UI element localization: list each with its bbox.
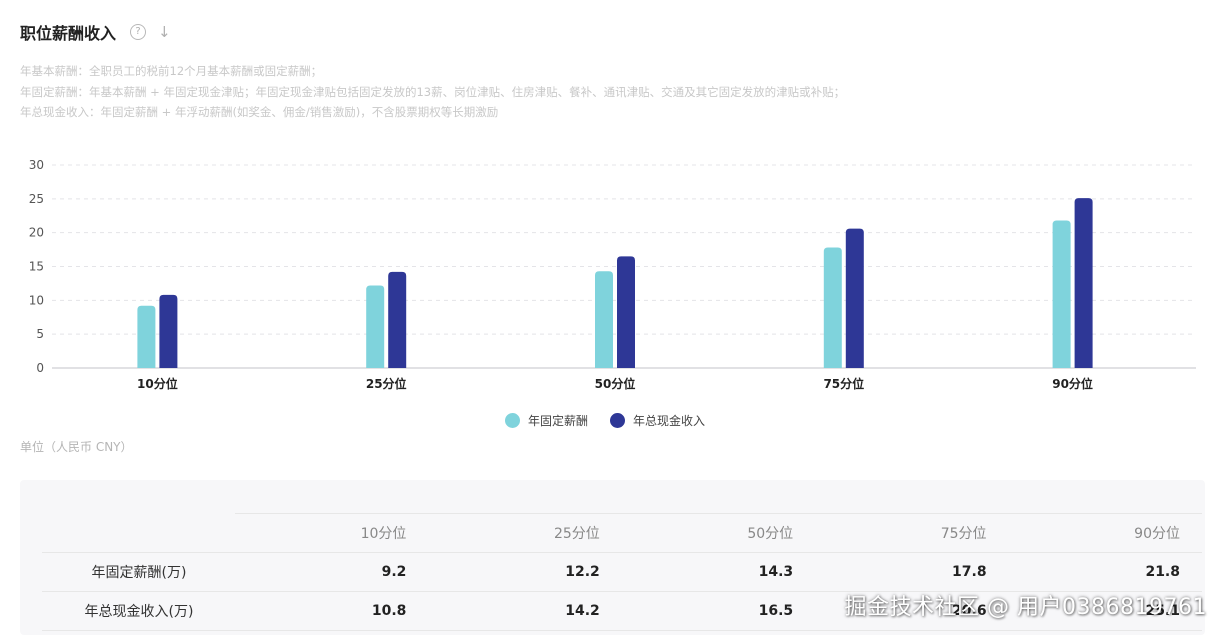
- x-tick-label: 50分位: [595, 376, 636, 391]
- chart-legend: 年固定薪酬 年总现金收入: [505, 412, 705, 429]
- bar-fixed-salary[interactable]: [366, 285, 385, 368]
- legend-dot-total: [610, 413, 626, 428]
- description-base-salary: 年基本薪酬：全职员工的税前12个月基本薪酬或固定薪酬；: [20, 64, 323, 78]
- table-cell: 14.3: [621, 552, 816, 592]
- bar-fixed-salary[interactable]: [823, 247, 842, 368]
- page-title: 职位薪酬收入: [20, 24, 117, 43]
- y-tick-label: 25: [29, 192, 44, 206]
- download-icon[interactable]: ↓: [158, 23, 171, 41]
- y-tick-label: 10: [29, 293, 44, 307]
- table-cell: 14.2: [428, 591, 622, 631]
- chart-bars: [137, 198, 1093, 368]
- bar-fixed-salary[interactable]: [595, 271, 613, 368]
- bar-total-cash[interactable]: [388, 271, 407, 368]
- legend-item-fixed[interactable]: 年固定薪酬: [505, 412, 588, 429]
- bar-fixed-salary[interactable]: [137, 305, 156, 368]
- y-tick-label: 0: [36, 361, 44, 375]
- table-row: 年固定薪酬(万) 9.2 12.2 14.3 17.8 21.8: [42, 552, 1202, 592]
- x-tick-label: 10分位: [137, 376, 178, 391]
- y-axis-ticks: 0 5 10 15 20 25 30: [29, 158, 44, 375]
- watermark-text: 掘金技术社区 @ 用户0386819761: [844, 595, 1207, 620]
- legend-label-total: 年总现金收入: [633, 414, 706, 428]
- x-axis-labels: 10分位 25分位 50分位 75分位 90分位: [137, 376, 1093, 391]
- table-corner: [42, 514, 235, 553]
- description-fixed-salary: 年固定薪酬：年基本薪酬 + 年固定现金津贴；年固定现金津贴包括固定发放的13薪、…: [20, 85, 846, 99]
- table-cell: 21.8: [1008, 552, 1202, 592]
- y-tick-label: 15: [29, 260, 44, 274]
- legend-label-fixed: 年固定薪酬: [528, 414, 589, 428]
- help-icon[interactable]: ?: [130, 24, 147, 40]
- y-tick-label: 30: [29, 158, 44, 172]
- table-col-header: 25分位: [428, 513, 622, 553]
- legend-item-total[interactable]: 年总现金收入: [610, 412, 705, 429]
- bar-total-cash[interactable]: [1074, 198, 1093, 368]
- table-cell: 17.8: [815, 552, 1009, 592]
- table-header-row: 10分位 25分位 50分位 75分位 90分位: [42, 513, 1202, 553]
- table-col-header: 50分位: [621, 513, 816, 553]
- x-tick-label: 90分位: [1052, 376, 1093, 391]
- x-tick-label: 25分位: [366, 376, 407, 391]
- table-row-label: 年总现金收入(万): [42, 591, 235, 631]
- y-tick-label: 20: [29, 226, 44, 240]
- legend-dot-fixed: [505, 413, 520, 428]
- bar-fixed-salary[interactable]: [1052, 220, 1071, 368]
- description-total-cash: 年总现金收入：年固定薪酬 + 年浮动薪酬(如奖金、佣金/销售激励)，不含股票期权…: [20, 105, 499, 119]
- bar-total-cash[interactable]: [159, 294, 178, 368]
- bar-chart: 0 5 10 15 20 25 30 10分位 25分位 50分位 75分位 90分位: [29, 158, 1196, 391]
- unit-note: 单位（人民币 CNY）: [20, 440, 133, 454]
- title-row: 职位薪酬收入 ? ↓: [20, 20, 171, 44]
- table-col-header: 75分位: [815, 513, 1009, 553]
- table-cell: 10.8: [235, 591, 429, 631]
- bar-total-cash[interactable]: [617, 256, 635, 368]
- bar-total-cash[interactable]: [845, 228, 864, 368]
- table-col-header: 90分位: [1008, 513, 1202, 553]
- table-cell: 16.5: [621, 591, 816, 631]
- y-tick-label: 5: [36, 327, 44, 341]
- x-tick-label: 75分位: [823, 376, 864, 391]
- table-row-label: 年固定薪酬(万): [42, 552, 235, 592]
- table-cell: 12.2: [428, 552, 622, 592]
- table-cell: 9.2: [235, 552, 429, 592]
- table-col-header: 10分位: [235, 513, 429, 553]
